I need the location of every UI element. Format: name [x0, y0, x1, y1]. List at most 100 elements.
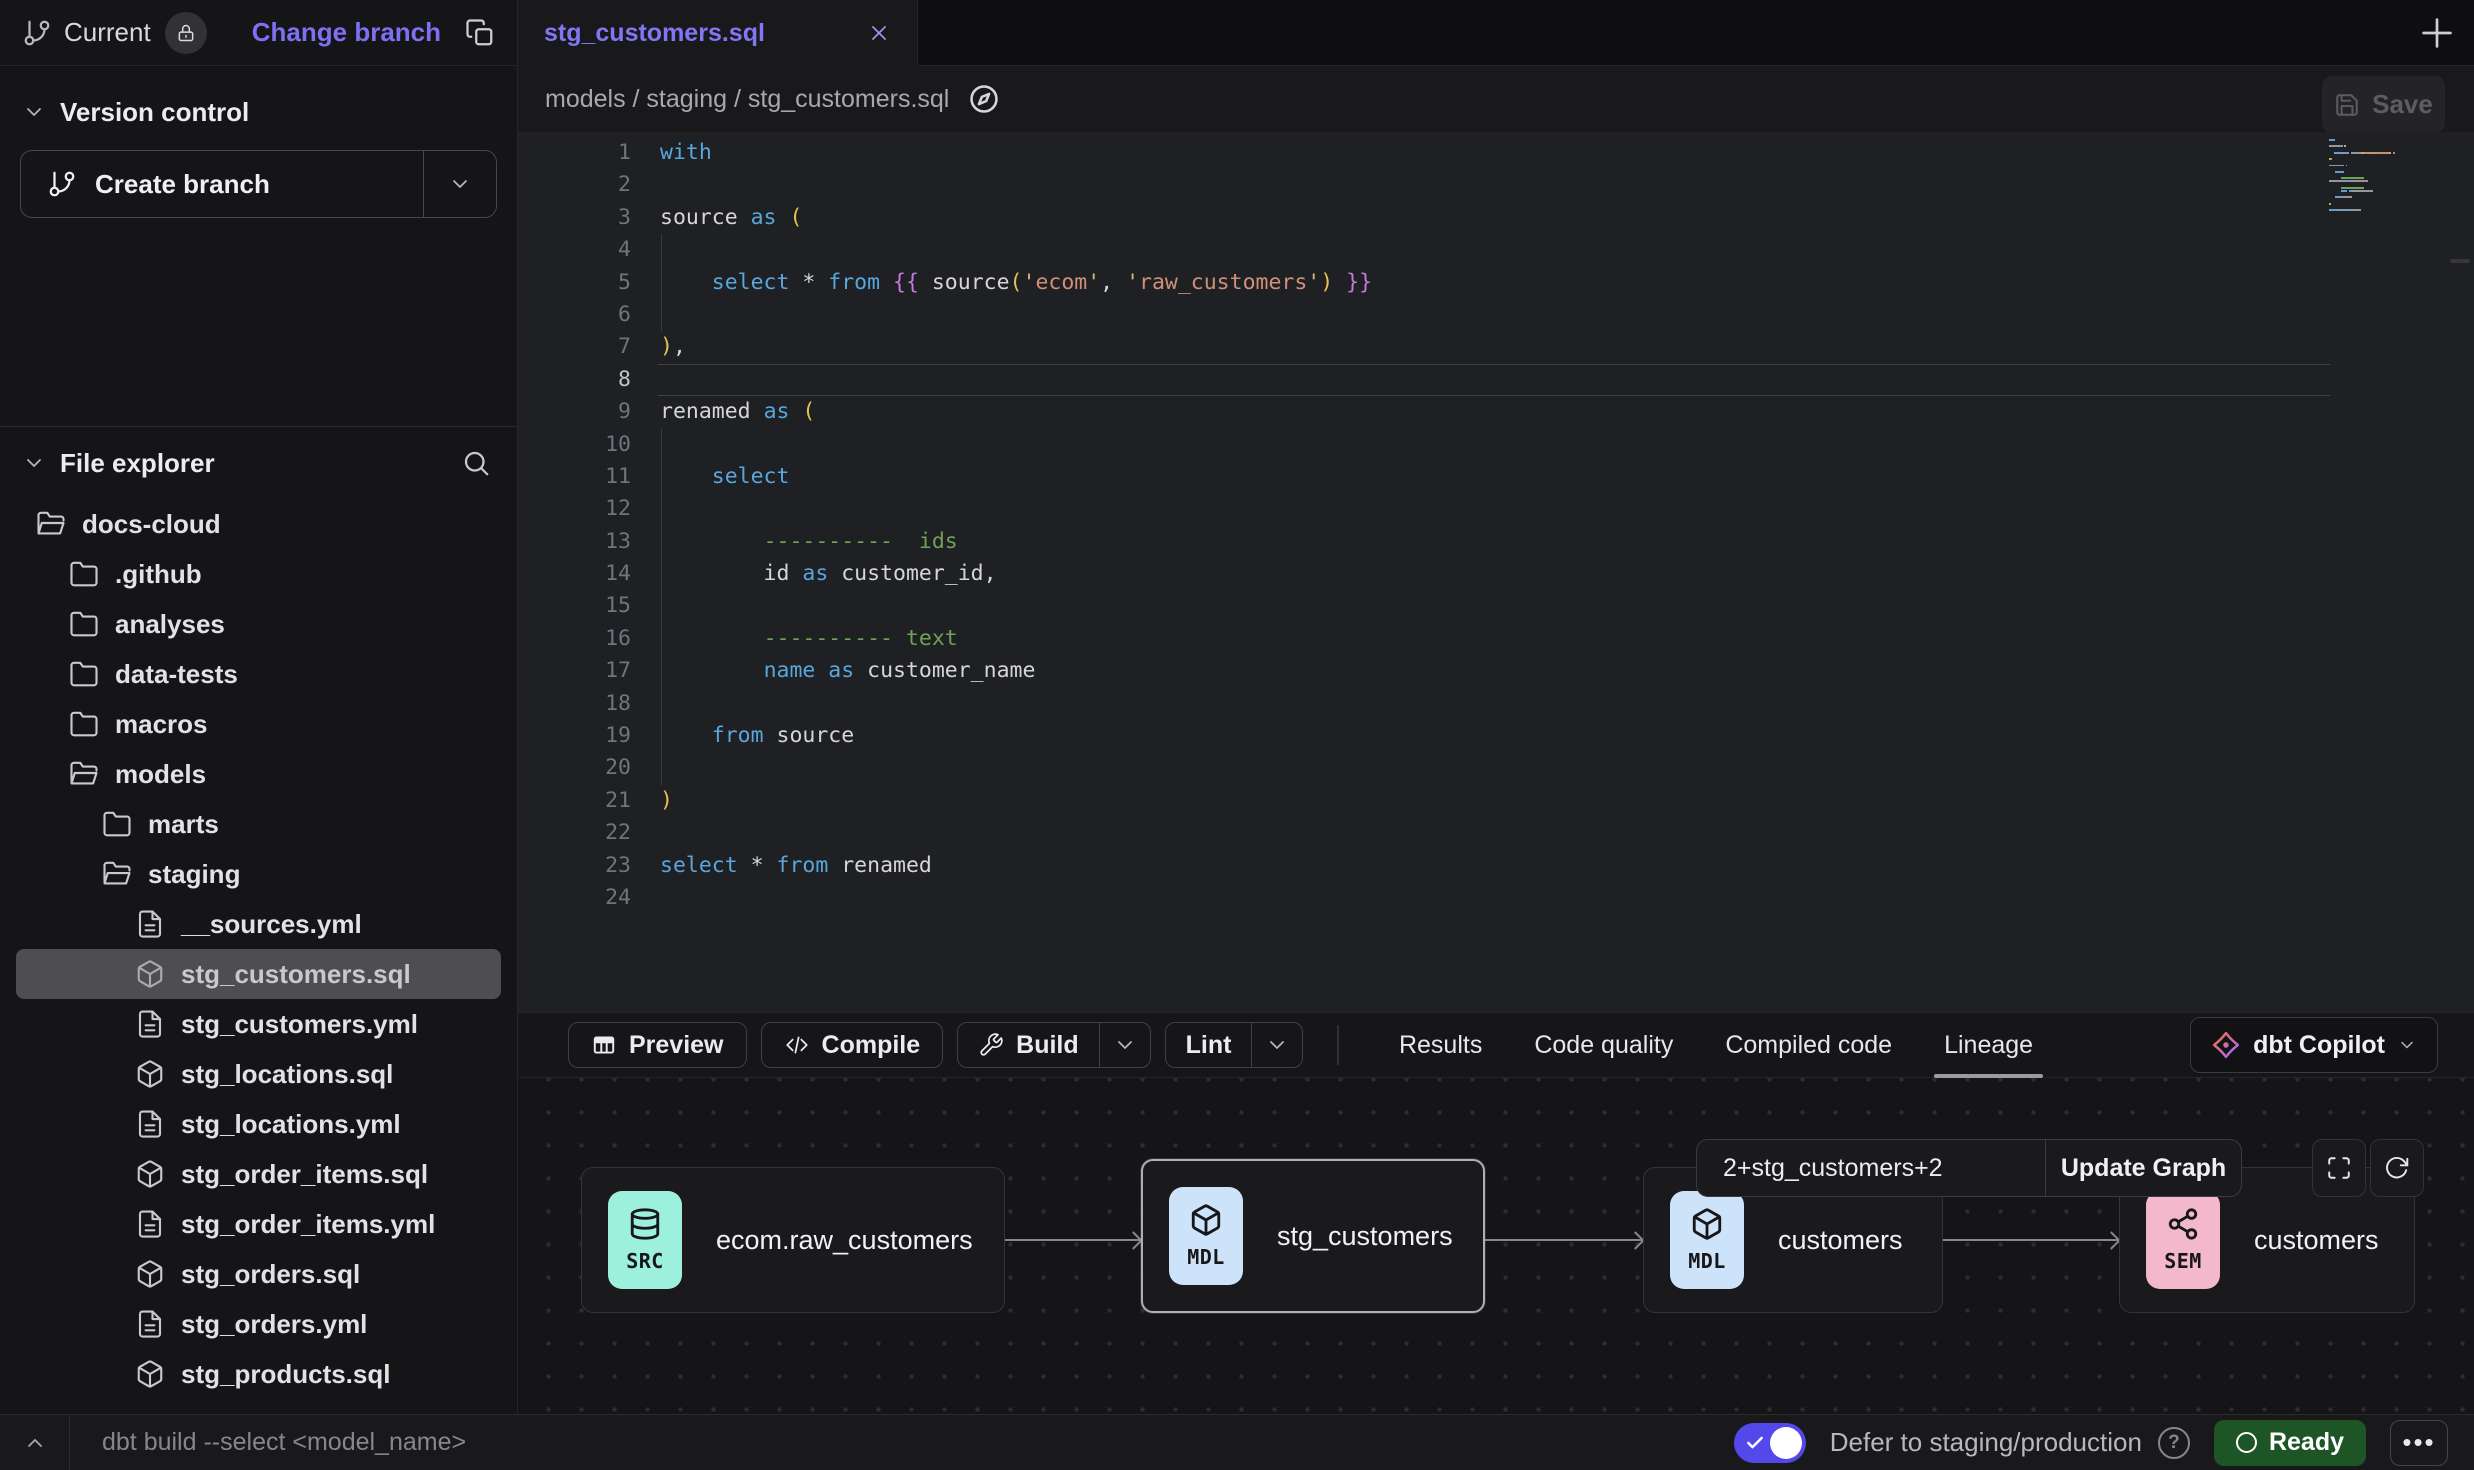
code-line[interactable]: select * from {{ source('ecom', 'raw_cus… [660, 267, 2324, 299]
line-number: 24 [518, 882, 631, 914]
folder-icon [69, 609, 99, 639]
lineage-node-ecom-raw-customers[interactable]: SRCecom.raw_customers [581, 1167, 1005, 1313]
code-line[interactable] [660, 882, 2324, 914]
file-tree-item--sources-yml[interactable]: __sources.yml [16, 899, 501, 949]
folder-icon [69, 659, 99, 689]
save-icon [2334, 92, 2360, 118]
code-line[interactable] [660, 299, 2324, 331]
code-line[interactable]: from source [660, 720, 2324, 752]
compile-button[interactable]: Compile [761, 1022, 944, 1068]
more-menu-button[interactable]: ••• [2390, 1420, 2448, 1466]
code-content[interactable]: with source as ( select * from {{ source(… [660, 137, 2324, 914]
fullscreen-button[interactable] [2312, 1139, 2366, 1197]
line-number: 18 [518, 688, 631, 720]
version-control-header[interactable]: Version control [0, 88, 517, 136]
code-line[interactable] [660, 752, 2324, 784]
compass-icon[interactable] [967, 82, 1001, 116]
file-tree-item-macros[interactable]: macros [16, 699, 501, 749]
code-line[interactable] [660, 364, 2324, 396]
code-line[interactable]: ), [660, 331, 2324, 363]
folder-icon [69, 709, 99, 739]
preview-button[interactable]: Preview [568, 1022, 747, 1068]
file-tree-item-models[interactable]: models [16, 749, 501, 799]
lineage-selector-input[interactable] [1697, 1140, 2045, 1196]
code-line[interactable] [660, 817, 2324, 849]
file-name: analyses [115, 609, 225, 640]
search-icon[interactable] [461, 448, 491, 478]
new-tab-button[interactable] [2414, 10, 2460, 56]
code-line[interactable] [660, 169, 2324, 201]
update-graph-button[interactable]: Update Graph [2045, 1140, 2241, 1196]
code-line[interactable]: id as customer_id, [660, 558, 2324, 590]
command-input[interactable] [100, 1427, 964, 1458]
dbt-logo-icon [2211, 1030, 2241, 1060]
file-explorer-header[interactable]: File explorer [0, 427, 517, 499]
code-editor[interactable]: 123456789101112131415161718192021222324 … [518, 132, 2474, 1012]
code-line[interactable]: select * from renamed [660, 850, 2324, 882]
build-dropdown[interactable] [1099, 1023, 1150, 1067]
tab-compiled-code[interactable]: Compiled code [1699, 1012, 1918, 1078]
lint-button[interactable]: Lint [1166, 1023, 1252, 1067]
lint-dropdown[interactable] [1251, 1023, 1302, 1067]
file-tree-item-stg-products-sql[interactable]: stg_products.sql [16, 1349, 501, 1399]
code-line[interactable]: name as customer_name [660, 655, 2324, 687]
lineage-controls: Update Graph [1696, 1139, 2242, 1197]
expand-command-bar-button[interactable] [0, 1415, 70, 1470]
code-line[interactable]: ) [660, 785, 2324, 817]
code-line[interactable] [660, 688, 2324, 720]
lineage-edge [1943, 1239, 2119, 1241]
code-line[interactable]: source as ( [660, 202, 2324, 234]
file-tree-item-stg-order-items-sql[interactable]: stg_order_items.sql [16, 1149, 501, 1199]
help-icon[interactable]: ? [2158, 1427, 2190, 1459]
cube-icon [135, 1159, 165, 1189]
lineage-node-stg-customers[interactable]: MDLstg_customers [1141, 1159, 1485, 1313]
tab-stg-customers-sql[interactable]: stg_customers.sql [518, 0, 918, 66]
file-tree-item--github[interactable]: .github [16, 549, 501, 599]
line-number: 20 [518, 752, 631, 784]
file-tree-item-staging[interactable]: staging [16, 849, 501, 899]
lineage-panel[interactable]: SRCecom.raw_customersMDLstg_customersMDL… [518, 1078, 2474, 1414]
save-button[interactable]: Save [2322, 76, 2445, 133]
copy-icon[interactable] [465, 18, 495, 48]
create-branch-dropdown[interactable] [423, 151, 496, 217]
code-line[interactable] [660, 493, 2324, 525]
file-tree-item-stg-order-items-yml[interactable]: stg_order_items.yml [16, 1199, 501, 1249]
refresh-button[interactable] [2370, 1139, 2424, 1197]
code-line[interactable]: renamed as ( [660, 396, 2324, 428]
minimap[interactable] [2329, 139, 2395, 259]
code-line[interactable] [660, 429, 2324, 461]
create-branch-button[interactable]: Create branch [20, 150, 497, 218]
file-tree-item-stg-customers-yml[interactable]: stg_customers.yml [16, 999, 501, 1049]
defer-toggle[interactable] [1734, 1423, 1806, 1463]
file-tree-item-docs-cloud[interactable]: docs-cloud [16, 499, 501, 549]
code-line[interactable]: with [660, 137, 2324, 169]
file-tree-item-stg-orders-yml[interactable]: stg_orders.yml [16, 1299, 501, 1349]
close-icon[interactable] [867, 21, 891, 45]
file-tree-item-analyses[interactable]: analyses [16, 599, 501, 649]
file-tree-item-stg-locations-sql[interactable]: stg_locations.sql [16, 1049, 501, 1099]
scrollbar-thumb[interactable] [2450, 259, 2470, 263]
fullscreen-icon [2326, 1155, 2352, 1181]
file-tree-item-data-tests[interactable]: data-tests [16, 649, 501, 699]
code-line[interactable]: ---------- text [660, 623, 2324, 655]
dbt-copilot-button[interactable]: dbt Copilot [2190, 1017, 2438, 1073]
file-tree-item-marts[interactable]: marts [16, 799, 501, 849]
file-tree-item-stg-locations-yml[interactable]: stg_locations.yml [16, 1099, 501, 1149]
tab-lineage[interactable]: Lineage [1918, 1012, 2059, 1078]
file-tree-item-stg-customers-sql[interactable]: stg_customers.sql [16, 949, 501, 999]
line-number: 7 [518, 331, 631, 363]
tab-results[interactable]: Results [1373, 1012, 1508, 1078]
indent-guide [661, 720, 662, 752]
status-badge[interactable]: Ready [2214, 1420, 2366, 1466]
file-icon [135, 909, 165, 939]
tab-code-quality[interactable]: Code quality [1508, 1012, 1699, 1078]
file-tree-item-stg-orders-sql[interactable]: stg_orders.sql [16, 1249, 501, 1299]
change-branch-link[interactable]: Change branch [252, 17, 441, 48]
line-number: 9 [518, 396, 631, 428]
code-line[interactable]: select [660, 461, 2324, 493]
code-line[interactable] [660, 590, 2324, 622]
code-line[interactable] [660, 234, 2324, 266]
code-line[interactable]: ---------- ids [660, 526, 2324, 558]
build-button[interactable]: Build [958, 1023, 1099, 1067]
line-number: 22 [518, 817, 631, 849]
